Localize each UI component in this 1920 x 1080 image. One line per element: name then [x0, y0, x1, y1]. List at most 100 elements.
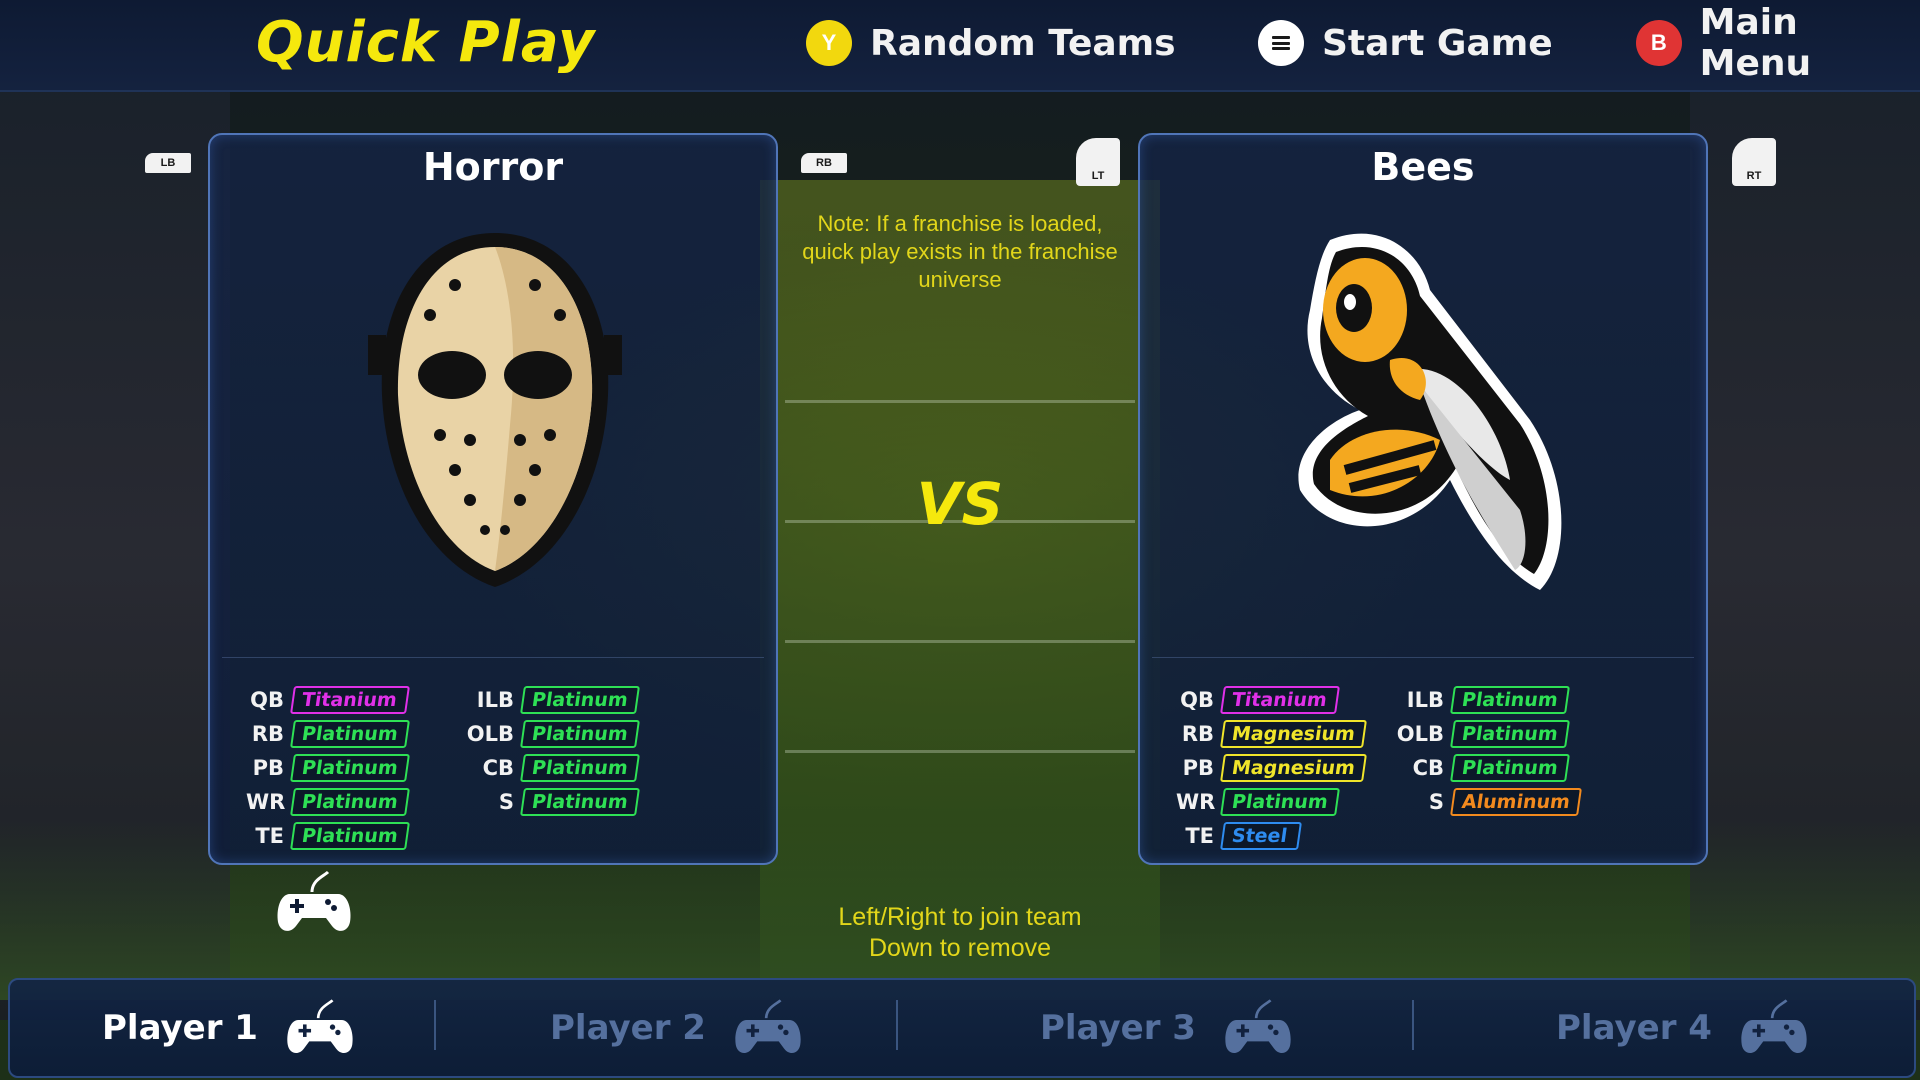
gamepad-icon	[1741, 999, 1807, 1053]
rb-bumper-icon[interactable]: RB	[801, 153, 847, 173]
tier-badge: Platinum	[290, 754, 410, 782]
player-separator	[1412, 1000, 1414, 1050]
roster-row: TE Platinum	[246, 822, 410, 850]
roster-row: S Platinum	[466, 788, 640, 816]
hornet-icon	[1298, 233, 1562, 590]
y-button-icon: Y	[806, 20, 852, 66]
hint-line-1: Left/Right to join team	[838, 903, 1082, 931]
position-label: S	[1428, 790, 1444, 814]
rt-trigger-icon[interactable]: RT	[1732, 138, 1776, 186]
position-label: OLB	[466, 722, 514, 746]
tier-badge: Platinum	[1220, 788, 1340, 816]
player-slot-1[interactable]: Player 1	[102, 980, 354, 1076]
roster-row: PB Magnesium	[1176, 754, 1367, 782]
player-name: Player 4	[1556, 1008, 1712, 1048]
start-game-button[interactable]: Start Game	[1258, 18, 1553, 68]
yard-line	[785, 750, 1135, 753]
position-label: WR	[246, 790, 286, 814]
roster-row: CB Platinum	[1396, 754, 1570, 782]
menu-button-icon	[1258, 20, 1304, 66]
tier-badge: Platinum	[520, 686, 640, 714]
tier-badge: Titanium	[1220, 686, 1340, 714]
hint-line-2: Down to remove	[868, 934, 1052, 962]
position-label: S	[498, 790, 514, 814]
tier-badge: Aluminum	[1450, 788, 1582, 816]
gamepad-icon[interactable]	[276, 870, 352, 936]
gamepad-icon	[287, 999, 353, 1053]
controls-hint: Left/Right to join team Down to remove	[760, 902, 1160, 964]
top-bar: Quick Play Y Random Teams Start Game B M…	[0, 0, 1920, 92]
tier-badge: Magnesium	[1220, 754, 1367, 782]
player-slot-4[interactable]: Player 4	[1556, 980, 1808, 1076]
roster-row: PB Platinum	[246, 754, 410, 782]
position-label: QB	[250, 688, 284, 712]
player-bar: Player 1 Player 2 Player 3 Player 4	[8, 978, 1916, 1078]
team-panel-left[interactable]: Horror QB Titanium RB Platinum PB Platin…	[208, 133, 778, 865]
b-button-icon: B	[1636, 20, 1682, 66]
player-separator	[896, 1000, 898, 1050]
main-menu-button[interactable]: B Main Menu	[1636, 2, 1920, 84]
lt-trigger-icon[interactable]: LT	[1076, 138, 1120, 186]
team-name: Horror	[422, 145, 564, 189]
team-panel-right[interactable]: Bees QB Titanium RB Magnesium PB Magnesi…	[1138, 133, 1708, 865]
main-menu-label: Main Menu	[1699, 2, 1812, 84]
roster-row: QB Titanium	[246, 686, 410, 714]
roster-row: ILB Platinum	[1396, 686, 1570, 714]
roster-row: OLB Platinum	[466, 720, 640, 748]
roster-row: RB Magnesium	[1176, 720, 1367, 748]
tier-badge: Platinum	[290, 788, 410, 816]
roster-row: CB Platinum	[466, 754, 640, 782]
position-label: WR	[1176, 790, 1216, 814]
position-label: RB	[251, 722, 284, 746]
roster-row: OLB Platinum	[1396, 720, 1570, 748]
versus-label: VS	[916, 470, 1004, 538]
position-label: RB	[1181, 722, 1214, 746]
roster-row: QB Titanium	[1176, 686, 1340, 714]
lb-bumper-icon[interactable]: LB	[145, 153, 191, 173]
panel-divider	[1152, 657, 1694, 658]
tier-badge: Titanium	[290, 686, 410, 714]
random-teams-label: Random Teams	[870, 22, 1176, 64]
tier-badge: Platinum	[520, 754, 640, 782]
position-label: TE	[1185, 824, 1214, 848]
tier-badge: Platinum	[1450, 754, 1570, 782]
tier-badge: Platinum	[520, 720, 640, 748]
yard-line	[785, 400, 1135, 403]
random-teams-button[interactable]: Y Random Teams	[806, 18, 1176, 68]
tier-badge: Platinum	[520, 788, 640, 816]
tier-badge: Platinum	[1450, 686, 1570, 714]
tier-badge: Platinum	[290, 822, 410, 850]
tier-badge: Steel	[1220, 822, 1302, 850]
gamepad-icon	[735, 999, 801, 1053]
page-title: Quick Play	[256, 10, 596, 75]
position-label: PB	[1182, 756, 1214, 780]
position-label: CB	[1412, 756, 1444, 780]
panel-divider	[222, 657, 764, 658]
position-label: CB	[482, 756, 514, 780]
gamepad-icon	[1225, 999, 1291, 1053]
position-label: TE	[255, 824, 284, 848]
roster-row: S Aluminum	[1396, 788, 1582, 816]
hockey-mask-icon	[368, 233, 622, 587]
roster-row: WR Platinum	[246, 788, 410, 816]
roster-row: TE Steel	[1176, 822, 1302, 850]
position-label: PB	[252, 756, 284, 780]
tier-badge: Magnesium	[1220, 720, 1367, 748]
position-label: OLB	[1396, 722, 1444, 746]
roster-row: RB Platinum	[246, 720, 410, 748]
roster-row: ILB Platinum	[466, 686, 640, 714]
roster-row: WR Platinum	[1176, 788, 1340, 816]
yard-line	[785, 640, 1135, 643]
player-separator	[434, 1000, 436, 1050]
player-slot-2[interactable]: Player 2	[550, 980, 802, 1076]
position-label: QB	[1180, 688, 1214, 712]
team-name: Bees	[1371, 145, 1475, 189]
tier-badge: Platinum	[1450, 720, 1570, 748]
start-game-label: Start Game	[1322, 22, 1553, 64]
player-name: Player 3	[1040, 1008, 1196, 1048]
position-label: ILB	[1406, 688, 1444, 712]
franchise-note: Note: If a franchise is loaded, quick pl…	[802, 211, 1118, 292]
tier-badge: Platinum	[290, 720, 410, 748]
player-slot-3[interactable]: Player 3	[1040, 980, 1292, 1076]
player-name: Player 1	[102, 1008, 258, 1048]
